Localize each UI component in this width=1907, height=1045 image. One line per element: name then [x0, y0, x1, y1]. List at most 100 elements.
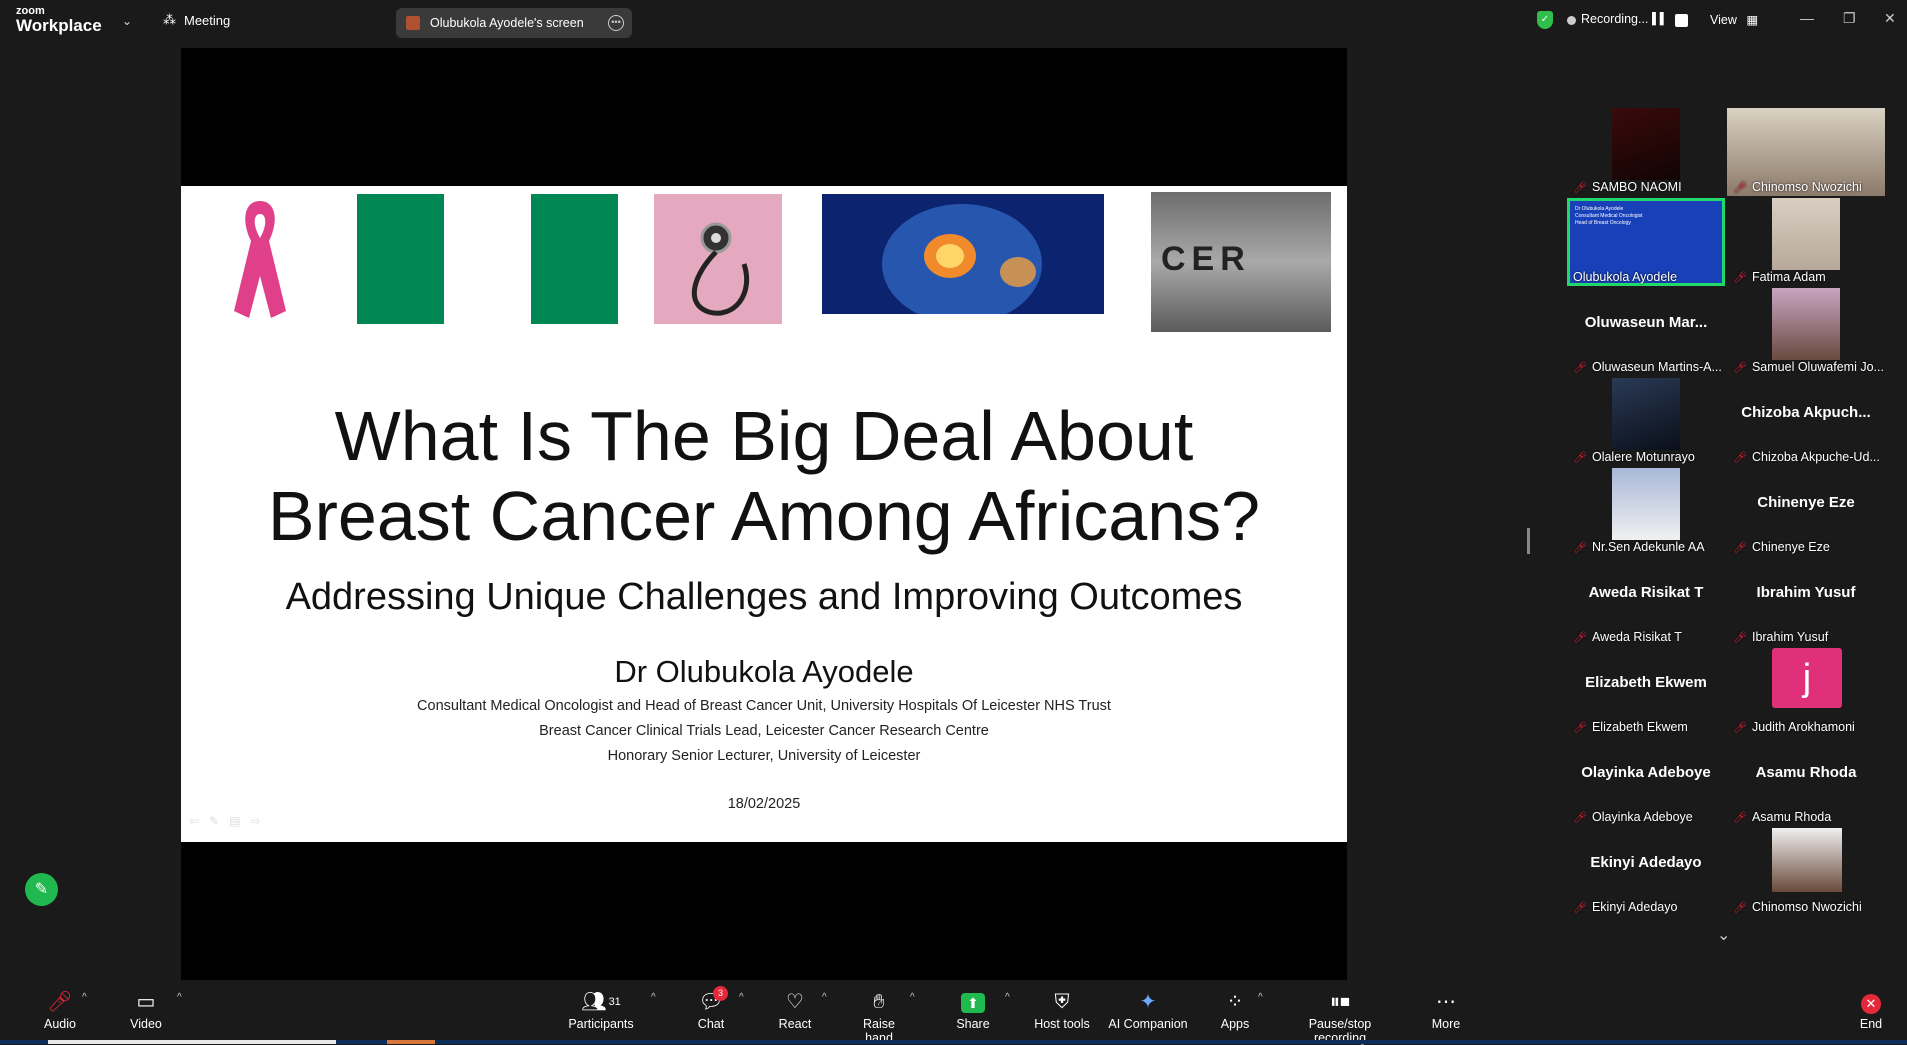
participant-big-name: Ibrahim Yusuf — [1756, 584, 1856, 601]
participant-tile[interactable]: 🎤︎ Olalere Motunrayo — [1567, 378, 1725, 466]
panel-resize-handle[interactable] — [1527, 528, 1530, 554]
participant-name: 🎤︎ Olayinka Adeboye — [1573, 810, 1693, 824]
participant-tile[interactable]: j 🎤︎ Judith Arokhamoni — [1727, 648, 1885, 736]
participant-label: Chinomso Nwozichi — [1751, 900, 1862, 914]
apps-label: Apps — [1220, 1017, 1250, 1031]
zoom-logo[interactable]: zoom Workplace — [16, 6, 102, 35]
logo-big-text: Workplace — [16, 16, 102, 35]
participant-tile[interactable]: Oluwaseun Mar... 🎤︎ Oluwaseun Martins-A..… — [1567, 288, 1725, 376]
participant-name: 🎤︎ Ekinyi Adedayo — [1573, 900, 1677, 914]
share-caret-icon[interactable]: ^ — [1005, 992, 1010, 1003]
participant-tile[interactable]: 🎤︎ Samuel Oluwafemi Jo... — [1727, 288, 1885, 376]
apps-caret-icon[interactable]: ^ — [1258, 992, 1263, 1003]
participant-label: Chinomso Nwozichi — [1751, 180, 1862, 194]
taskbar-indicator — [48, 1040, 336, 1044]
participant-name: 🎤︎ Samuel Oluwafemi Jo... — [1733, 360, 1884, 374]
chat-button[interactable]: 💬︎ 3 Chat ^ — [693, 986, 744, 1031]
taskbar-indicator — [387, 1040, 435, 1044]
sparkle-ai-icon: ✦ — [1139, 991, 1157, 1013]
participant-video — [1612, 378, 1680, 450]
share-button[interactable]: ⬆ Share ^ — [955, 990, 1009, 1031]
recording-dot-icon — [1567, 16, 1576, 25]
participant-label: Judith Arokhamoni — [1751, 720, 1855, 734]
more-dots-icon: ⋯ — [1436, 991, 1456, 1013]
minimize-icon[interactable]: — — [1800, 10, 1814, 26]
participants-button[interactable]: 👥︎ 31 Participants ^ — [565, 990, 655, 1031]
participant-tile[interactable]: 🎤︎ Chinomso Nwozichi — [1727, 828, 1885, 916]
participant-tile[interactable]: Chinenye Eze 🎤︎ Chinenye Eze — [1727, 468, 1885, 556]
participant-label: Olalere Motunrayo — [1591, 450, 1695, 464]
slide-nav-controls[interactable]: ⇦✎▤⇨ — [189, 814, 271, 828]
raise-hand-button[interactable]: ✋︎ Raise hand ^ — [848, 990, 915, 1045]
view-label: View — [1710, 13, 1737, 27]
muted-mic-icon: 🎤︎ — [47, 991, 73, 1013]
pause-stop-recording-button[interactable]: ⏸⏹ Pause/stop recording — [1283, 990, 1397, 1045]
annotate-pen-icon[interactable]: ✎ — [25, 873, 58, 906]
ai-companion-button[interactable]: ✦ AI Companion — [1108, 990, 1188, 1031]
gallery-scroll-down-icon[interactable]: ⌄ — [1717, 925, 1730, 945]
meeting-people-icon: ⁂ — [163, 12, 176, 27]
restore-icon[interactable]: ❐ — [1843, 10, 1856, 27]
participant-tile[interactable]: 🎤︎ Chinomso Nwozichi — [1727, 108, 1885, 196]
participants-label: Participants — [568, 1017, 634, 1031]
host-tools-label: Host tools — [1034, 1017, 1090, 1031]
participant-label: Chinenye Eze — [1751, 540, 1830, 554]
close-icon[interactable]: ✕ — [1884, 10, 1896, 27]
participant-tile[interactable]: Olayinka Adeboye 🎤︎ Olayinka Adeboye — [1567, 738, 1725, 826]
meeting-toolbar: 🎤︎ Audio ^ ▭ Video ^ 👥︎ 31 Participants ^… — [0, 980, 1907, 1045]
end-button[interactable]: ✕ End — [1856, 990, 1886, 1031]
muted-mic-icon: 🎤︎ — [1573, 541, 1587, 554]
participant-tile[interactable]: Asamu Rhoda 🎤︎ Asamu Rhoda — [1727, 738, 1885, 826]
participant-tile[interactable]: Ekinyi Adedayo 🎤︎ Ekinyi Adedayo — [1567, 828, 1725, 916]
participant-name: 🎤︎ Asamu Rhoda — [1733, 810, 1831, 824]
video-caret-icon[interactable]: ^ — [177, 992, 182, 1003]
muted-mic-icon: 🎤︎ — [1573, 721, 1587, 734]
muted-mic-icon: 🎤︎ — [1733, 451, 1747, 464]
participant-tile[interactable]: 🎤︎ SAMBO NAOMI — [1567, 108, 1725, 196]
stop-recording-icon[interactable] — [1675, 14, 1688, 27]
participant-tile-active-speaker[interactable]: Dr Olubukola Ayodele Consultant Medical … — [1567, 198, 1725, 286]
host-tools-button[interactable]: ⛨ Host tools — [1034, 990, 1090, 1031]
participant-tile[interactable]: Aweda Risikat T 🎤︎ Aweda Risikat T — [1567, 558, 1725, 646]
participant-tile[interactable]: Elizabeth Ekwem 🎤︎ Elizabeth Ekwem — [1567, 648, 1725, 736]
participant-label: Nr.Sen Adekunle AA — [1591, 540, 1705, 554]
presentation-slide: CER What Is The Big Deal About Breast Ca… — [181, 186, 1347, 842]
presenter-avatar-icon — [406, 16, 420, 30]
view-button[interactable]: View ▦ — [1710, 12, 1758, 27]
shield-icon[interactable]: ✓ — [1537, 11, 1553, 29]
slide-affiliation-2: Breast Cancer Clinical Trials Lead, Leic… — [539, 723, 989, 739]
pause-stop-icon: ⏸⏹ — [1330, 991, 1350, 1013]
participant-tile[interactable]: 🎤︎ Fatima Adam — [1727, 198, 1885, 286]
video-button[interactable]: ▭ Video ^ — [122, 990, 182, 1031]
participant-tile[interactable]: 🎤︎ Nr.Sen Adekunle AA — [1567, 468, 1725, 556]
view-grid-icon: ▦ — [1746, 13, 1759, 27]
participant-name: 🎤︎ Chinomso Nwozichi — [1733, 180, 1862, 194]
ai-companion-label: AI Companion — [1108, 1017, 1188, 1031]
more-label: More — [1431, 1017, 1461, 1031]
more-button[interactable]: ⋯ More — [1428, 990, 1464, 1031]
muted-mic-icon: 🎤︎ — [1573, 181, 1587, 194]
screen-share-label: Olubukola Ayodele's screen — [430, 16, 584, 30]
pause-recording-icon[interactable]: ▌▌ — [1652, 13, 1668, 28]
screen-share-pill[interactable]: Olubukola Ayodele's screen ••• — [396, 8, 632, 38]
participants-caret-icon[interactable]: ^ — [651, 992, 656, 1003]
raise-hand-caret-icon[interactable]: ^ — [910, 992, 915, 1003]
participant-tile[interactable]: Ibrahim Yusuf 🎤︎ Ibrahim Yusuf — [1727, 558, 1885, 646]
meeting-button[interactable]: ⁂ Meeting — [163, 12, 230, 28]
muted-mic-icon: 🎤︎ — [1573, 811, 1587, 824]
participant-big-name: Oluwaseun Mar... — [1584, 314, 1708, 331]
audio-button[interactable]: 🎤︎ Audio ^ — [36, 990, 87, 1031]
chevron-down-icon[interactable]: ⌄ — [122, 14, 132, 28]
react-button[interactable]: ♡ React ^ — [777, 990, 827, 1031]
more-options-icon[interactable]: ••• — [608, 15, 624, 31]
participant-tile[interactable]: Chizoba Akpuch... 🎤︎ Chizoba Akpuche-Ud..… — [1727, 378, 1885, 466]
heart-react-icon: ♡ — [786, 991, 804, 1013]
participant-gallery: 🎤︎ SAMBO NAOMI 🎤︎ Chinomso Nwozichi Dr Olu… — [1567, 108, 1887, 918]
chat-caret-icon[interactable]: ^ — [739, 992, 744, 1003]
thumbnail-text-1: Dr Olubukola Ayodele — [1575, 206, 1624, 212]
react-caret-icon[interactable]: ^ — [822, 992, 827, 1003]
apps-button[interactable]: ⁘ Apps ^ — [1220, 990, 1263, 1031]
audio-caret-icon[interactable]: ^ — [82, 992, 87, 1003]
participant-name: 🎤︎ Olalere Motunrayo — [1573, 450, 1695, 464]
participants-count: 31 — [608, 996, 621, 1008]
